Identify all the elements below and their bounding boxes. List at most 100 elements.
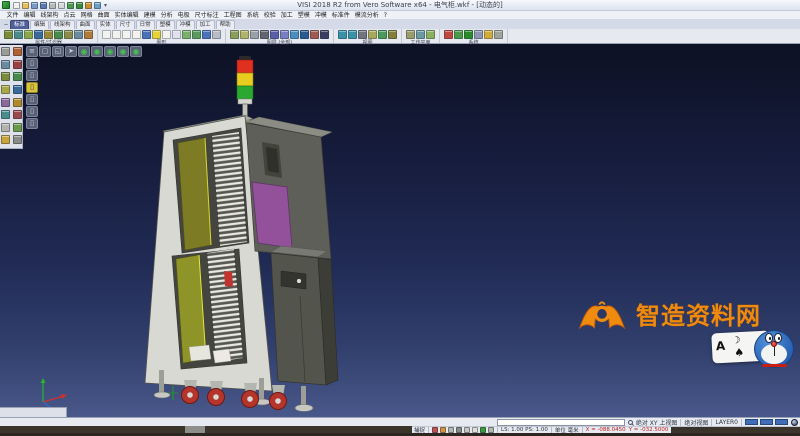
status-sphere-icon[interactable] <box>791 419 798 426</box>
toolbar-icon[interactable] <box>132 30 141 39</box>
ribbon-tab[interactable]: 尺寸 <box>116 20 135 29</box>
menu-item[interactable]: 文件 <box>4 11 21 20</box>
left-tool-icon[interactable] <box>1 110 10 119</box>
left-tool-icon[interactable] <box>13 47 22 56</box>
ribbon-tab[interactable]: 编辑 <box>30 20 49 29</box>
toolbar-icon[interactable] <box>416 30 425 39</box>
left-tool-icon[interactable] <box>1 123 10 132</box>
view-button[interactable]: ◉ <box>130 46 142 57</box>
shade-mode-button[interactable]: ▯ <box>26 94 38 105</box>
menu-item[interactable]: ? <box>381 11 389 20</box>
toolbar-icon[interactable] <box>240 30 249 39</box>
view-button[interactable]: ◱ <box>52 46 64 57</box>
menu-item[interactable]: 建模 <box>141 11 158 20</box>
toolbar-icon[interactable] <box>270 30 279 39</box>
left-tool-icon[interactable] <box>1 85 10 94</box>
quick-access-icon[interactable] <box>85 2 92 9</box>
toolbar-icon[interactable] <box>368 30 377 39</box>
view-button[interactable]: ◉ <box>104 46 116 57</box>
quick-access-icon[interactable] <box>13 2 20 9</box>
left-tool-icon[interactable] <box>13 60 22 69</box>
toolbar-icon[interactable] <box>310 30 319 39</box>
command-search-input[interactable] <box>497 419 625 426</box>
ribbon-tab[interactable]: 冲模 <box>176 20 195 29</box>
left-tool-icon[interactable] <box>13 72 22 81</box>
quick-access-icon[interactable] <box>67 2 74 9</box>
toolbar-icon[interactable] <box>444 30 453 39</box>
view-button[interactable]: ≡ <box>26 46 38 57</box>
view-button[interactable]: ◉ <box>117 46 129 57</box>
left-tool-icon[interactable] <box>1 98 10 107</box>
left-tool-icon[interactable] <box>13 110 22 119</box>
toolbar-icon[interactable] <box>14 30 23 39</box>
toolbar-icon[interactable] <box>74 30 83 39</box>
view-button[interactable]: ◉ <box>91 46 103 57</box>
menu-item[interactable]: 实体编辑 <box>112 11 141 20</box>
toolbar-icon[interactable] <box>494 30 503 39</box>
search-icon[interactable] <box>628 420 633 425</box>
ribbon-collapse-button[interactable]: − <box>2 21 10 29</box>
left-tool-icon[interactable] <box>1 47 10 56</box>
menu-item[interactable]: 校验 <box>261 11 278 20</box>
toolbar-icon[interactable] <box>202 30 211 39</box>
shade-mode-button[interactable]: ▯ <box>26 82 38 93</box>
toolbar-icon[interactable] <box>426 30 435 39</box>
toolbar-icon[interactable] <box>152 30 161 39</box>
menu-item[interactable]: 塑模 <box>295 11 312 20</box>
menu-item[interactable]: 模流分析 <box>352 11 381 20</box>
toolbar-icon[interactable] <box>162 30 171 39</box>
ribbon-tab[interactable]: 日常 <box>136 20 155 29</box>
toolbar-icon[interactable] <box>290 30 299 39</box>
toolbar-icon[interactable] <box>348 30 357 39</box>
toolbar-icon[interactable] <box>112 30 121 39</box>
viewport-3d[interactable]: ≡▢◱➤◉◉◉◉◉ ▯▯▯▯▯▯ 智造资料网 A ☽ ♠ <box>0 44 800 417</box>
left-tool-icon[interactable] <box>1 72 10 81</box>
toolbar-icon[interactable] <box>250 30 259 39</box>
toolbar-icon[interactable] <box>54 30 63 39</box>
menu-item[interactable]: 标准件 <box>329 11 352 20</box>
toolbar-icon[interactable] <box>64 30 73 39</box>
ribbon-tab[interactable]: 线架构 <box>50 20 75 29</box>
quick-access-icon[interactable] <box>22 2 29 9</box>
ribbon-tab[interactable]: 帮助 <box>216 20 235 29</box>
quick-access-icon[interactable] <box>94 2 101 9</box>
toolbar-icon[interactable] <box>24 30 33 39</box>
left-tool-icon[interactable] <box>13 98 22 107</box>
menu-item[interactable]: 曲面 <box>95 11 112 20</box>
ribbon-tab[interactable]: 塑模 <box>156 20 175 29</box>
view-button[interactable]: ◉ <box>78 46 90 57</box>
left-tool-icon[interactable] <box>1 60 10 69</box>
menu-item[interactable]: 分析 <box>158 11 175 20</box>
toolbar-icon[interactable] <box>142 30 151 39</box>
left-tool-icon[interactable] <box>13 85 22 94</box>
view-button[interactable]: ▢ <box>39 46 51 57</box>
toolbar-icon[interactable] <box>212 30 221 39</box>
toolbar-icon[interactable] <box>34 30 43 39</box>
toolbar-icon[interactable] <box>378 30 387 39</box>
toolbar-icon[interactable] <box>454 30 463 39</box>
shade-mode-button[interactable]: ▯ <box>26 118 38 129</box>
menu-item[interactable]: 系统 <box>244 11 261 20</box>
menu-item[interactable]: 工程图 <box>221 11 244 20</box>
view-button[interactable]: ➤ <box>65 46 77 57</box>
toolbar-icon[interactable] <box>44 30 53 39</box>
toolbar-icon[interactable] <box>464 30 473 39</box>
left-tool-icon[interactable] <box>13 123 22 132</box>
ribbon-tab[interactable]: 曲面 <box>76 20 95 29</box>
ribbon-tab[interactable]: 标准 <box>10 20 29 29</box>
menu-item[interactable]: 电极 <box>175 11 192 20</box>
menu-item[interactable]: 点云 <box>61 11 78 20</box>
toolbar-icon[interactable] <box>280 30 289 39</box>
taskbar-item[interactable] <box>185 426 205 433</box>
shade-mode-button[interactable]: ▯ <box>26 58 38 69</box>
ribbon-tab[interactable]: 实体 <box>96 20 115 29</box>
left-tool-icon[interactable] <box>13 135 22 144</box>
toolbar-icon[interactable] <box>300 30 309 39</box>
toolbar-icon[interactable] <box>122 30 131 39</box>
menu-item[interactable]: 加工 <box>278 11 295 20</box>
toolbar-icon[interactable] <box>4 30 13 39</box>
toolbar-icon[interactable] <box>260 30 269 39</box>
shade-mode-button[interactable]: ▯ <box>26 70 38 81</box>
toolbar-icon[interactable] <box>388 30 397 39</box>
quick-access-icon[interactable] <box>40 2 47 9</box>
